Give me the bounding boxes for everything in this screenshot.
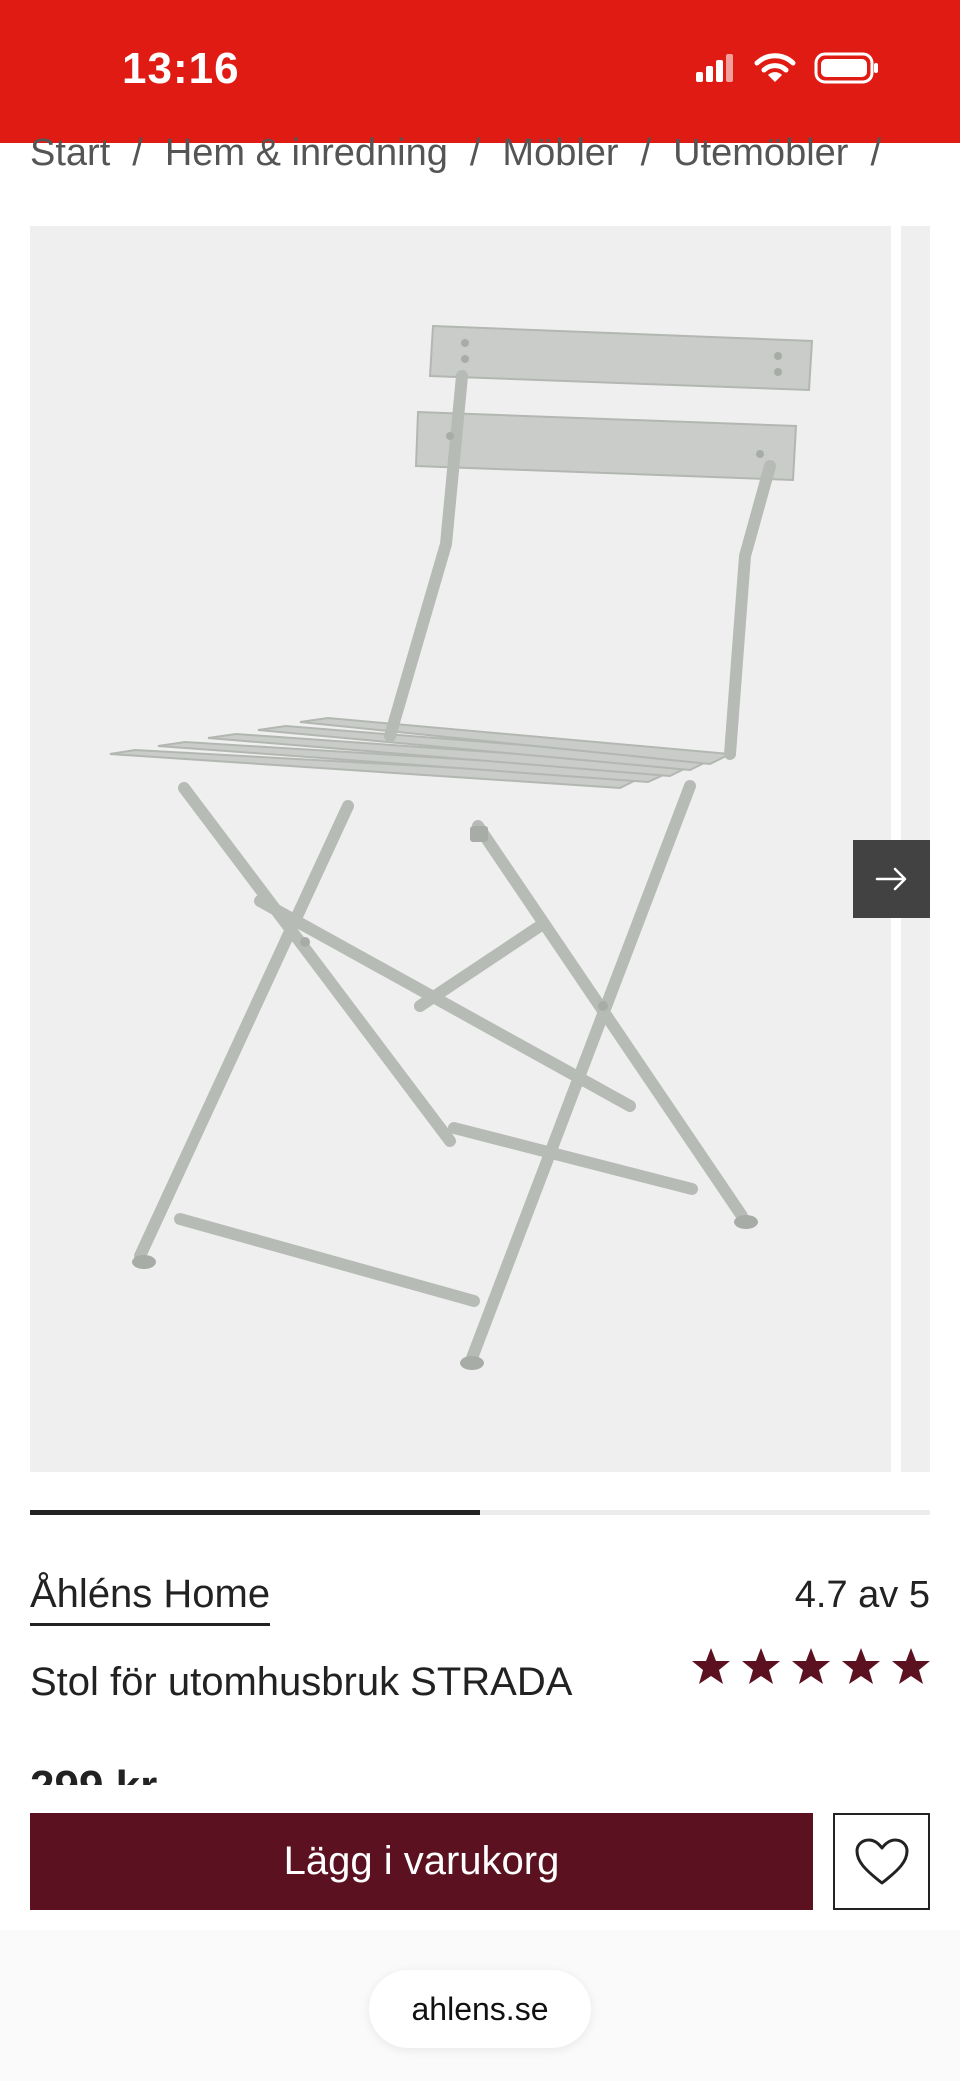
breadcrumb-separator: / — [132, 132, 143, 174]
breadcrumb-item-utemobler[interactable]: Utemöbler — [673, 132, 848, 175]
status-icons — [696, 52, 880, 84]
star-icon — [742, 1648, 780, 1684]
star-icon — [792, 1648, 830, 1684]
product-image-gallery[interactable] — [30, 226, 930, 1472]
star-icon — [842, 1648, 880, 1684]
breadcrumb-item-mobler[interactable]: Möbler — [502, 132, 618, 175]
breadcrumb-separator: / — [640, 132, 652, 174]
signal-icon — [696, 54, 733, 82]
heart-icon — [855, 1838, 908, 1884]
wishlist-button[interactable] — [833, 1813, 930, 1910]
breadcrumb: Start / Hem & inredning / Möbler / Utemö… — [30, 132, 903, 175]
breadcrumb-separator: / — [469, 132, 481, 174]
product-image[interactable] — [30, 226, 891, 1472]
status-time: 13:16 — [122, 44, 240, 93]
folding-chair-image — [109, 324, 814, 1370]
arrow-right-icon — [875, 867, 907, 891]
gallery-progress — [30, 1510, 930, 1515]
breadcrumb-item-hem-inredning[interactable]: Hem & inredning — [165, 132, 448, 175]
gallery-progress-fill — [30, 1510, 480, 1515]
star-icon — [692, 1648, 730, 1684]
gallery-next-button[interactable] — [853, 840, 930, 918]
product-title: Stol för utomhusbruk STRADA — [30, 1660, 573, 1704]
rating-text: 4.7 av 5 — [794, 1574, 930, 1616]
battery-icon — [814, 52, 878, 84]
rating-stars[interactable] — [690, 1646, 932, 1686]
status-bar: 13:16 — [0, 0, 960, 143]
wifi-icon — [754, 53, 796, 82]
star-icon — [892, 1648, 930, 1684]
brand-link[interactable]: Åhléns Home — [30, 1572, 271, 1626]
breadcrumb-separator: / — [870, 132, 881, 174]
breadcrumb-item-start[interactable]: Start — [30, 132, 110, 175]
product-price: 299 kr — [30, 1765, 157, 1785]
url-bar[interactable]: ahlens.se — [369, 1970, 591, 2048]
add-to-cart-button[interactable]: Lägg i varukorg — [30, 1813, 813, 1910]
